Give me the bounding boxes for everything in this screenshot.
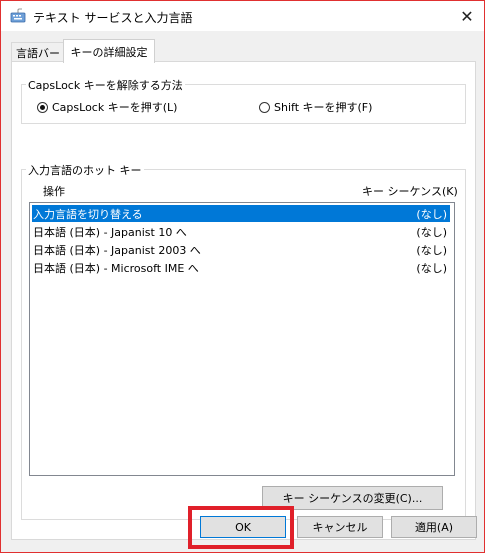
dialog-body: 言語バー キーの詳細設定 CapsLock キーを解除する方法 CapsLock… xyxy=(1,31,484,552)
radio-capslock-label: CapsLock キーを押す(L) xyxy=(52,101,178,114)
window-title: テキスト サービスと入力言語 xyxy=(33,11,193,25)
ok-button[interactable]: OK xyxy=(200,516,286,538)
cancel-button[interactable]: キャンセル xyxy=(297,516,383,538)
list-item[interactable]: 日本語 (日本) - Japanist 10 へ (なし) xyxy=(32,223,450,240)
tab-language-bar[interactable]: 言語バー xyxy=(11,42,65,62)
hotkey-list[interactable]: 入力言語を切り替える (なし) 日本語 (日本) - Japanist 10 へ… xyxy=(29,202,455,476)
change-key-sequence-button[interactable]: キー シーケンスの変更(C)... xyxy=(262,486,443,510)
radio-shift-label: Shift キーを押す(F) xyxy=(274,101,373,114)
close-icon: ✕ xyxy=(460,6,474,26)
list-item[interactable]: 日本語 (日本) - Microsoft IME へ (なし) xyxy=(32,259,450,276)
tab-advanced-key-settings[interactable]: キーの詳細設定 xyxy=(63,39,155,63)
radio-checked-icon xyxy=(37,101,48,113)
column-header-key-sequence: キー シーケンス(K) xyxy=(362,185,458,198)
list-item[interactable]: 日本語 (日本) - Japanist 2003 へ (なし) xyxy=(32,241,450,258)
radio-shift-key[interactable]: Shift キーを押す(F) xyxy=(259,99,372,115)
column-header-action: 操作 xyxy=(43,185,65,198)
dialog-window: テキスト サービスと入力言語 ✕ 言語バー キーの詳細設定 CapsLock キ… xyxy=(0,0,485,553)
list-item[interactable]: 入力言語を切り替える (なし) xyxy=(32,205,450,222)
keyboard-icon xyxy=(10,8,26,23)
close-button[interactable]: ✕ xyxy=(453,3,481,29)
capslock-group-title: CapsLock キーを解除する方法 xyxy=(26,77,185,93)
radio-capslock-key[interactable]: CapsLock キーを押す(L) xyxy=(37,99,177,115)
hotkey-group-title: 入力言語のホット キー xyxy=(26,162,144,178)
capslock-group: CapsLock キーを解除する方法 CapsLock キーを押す(L) Shi… xyxy=(21,77,466,124)
title-bar: テキスト サービスと入力言語 ✕ xyxy=(1,1,484,31)
radio-unchecked-icon xyxy=(259,101,270,113)
tab-panel: CapsLock キーを解除する方法 CapsLock キーを押す(L) Shi… xyxy=(11,61,476,540)
apply-button[interactable]: 適用(A) xyxy=(391,516,477,538)
